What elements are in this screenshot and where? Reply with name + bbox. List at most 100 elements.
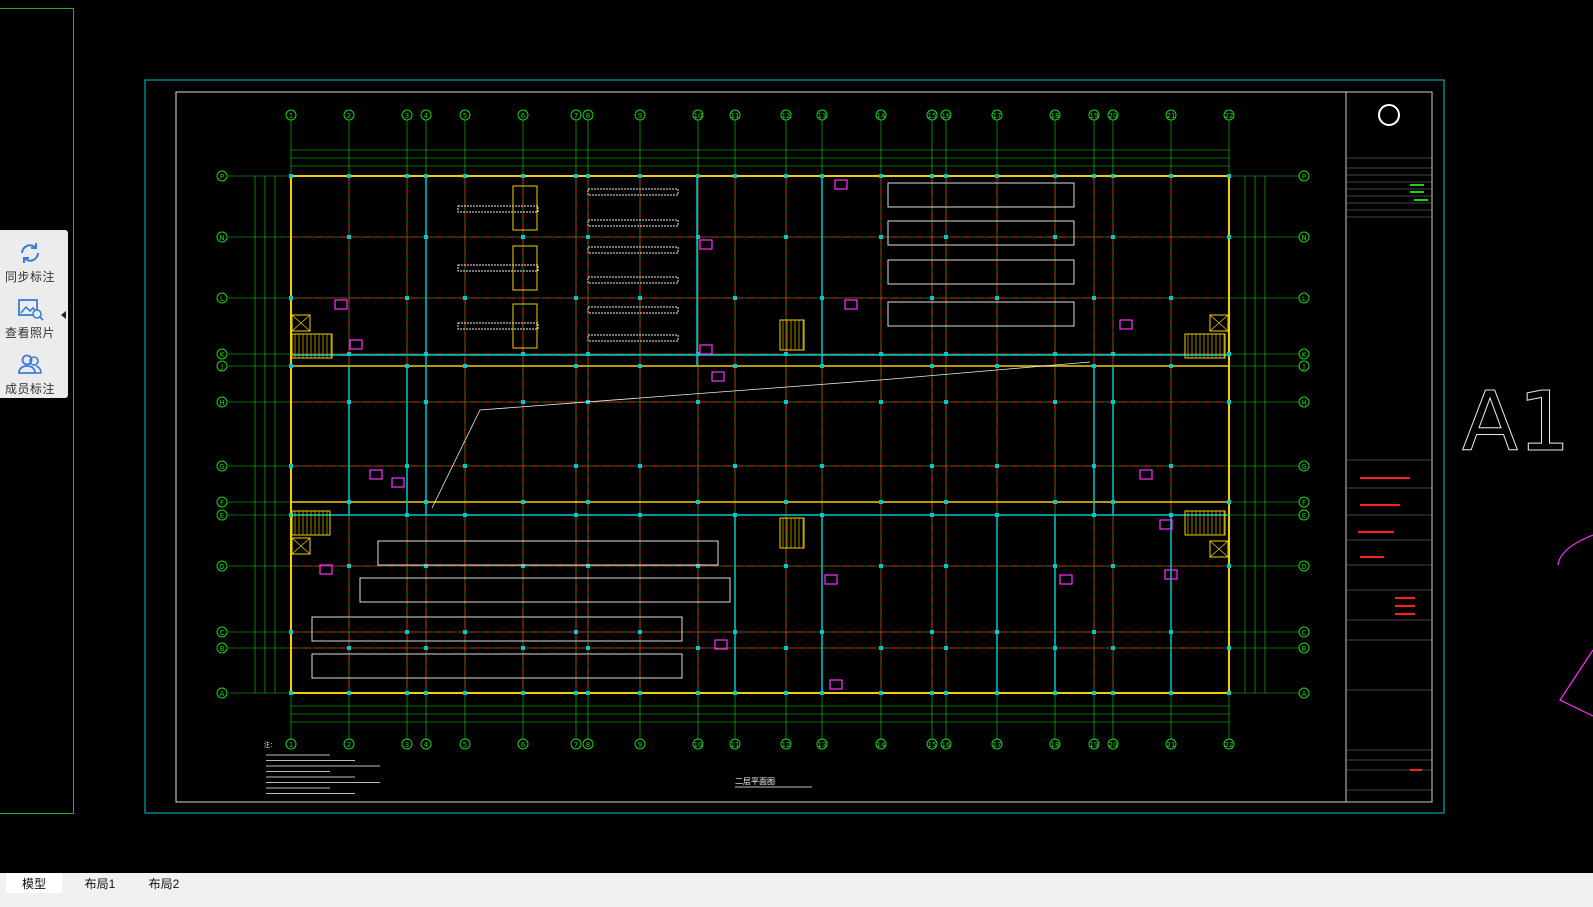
grid-label-col-17-0: 17 (993, 112, 1002, 120)
structural-column-8-N (586, 235, 590, 239)
fixture-11 (824, 574, 838, 585)
grid-label-row-N-1: N (1301, 234, 1306, 242)
tab-layout2[interactable]: 布局2 (134, 873, 194, 893)
grid-label-col-14-0: 14 (877, 112, 886, 120)
structural-column-8-B (586, 646, 590, 650)
structural-column-16-K (944, 352, 948, 356)
tab-model[interactable]: 模型 (6, 873, 62, 893)
grid-label-row-L-1: L (1302, 295, 1306, 303)
structural-column-20-B (1111, 646, 1115, 650)
fixture-7 (844, 299, 858, 310)
title-block (1345, 91, 1433, 803)
grid-label-col-19-1: 19 (1090, 741, 1099, 749)
grid-label-col-17-1: 17 (993, 741, 1002, 749)
grid-label-row-H-0: H (219, 399, 224, 407)
inner-sheet-border (175, 91, 1433, 803)
structural-column-15-E (930, 513, 934, 517)
structural-column-6-H (521, 400, 525, 404)
structural-column-21-L (1169, 296, 1173, 300)
structural-column-10-F (696, 500, 700, 504)
grid-label-row-K-1: K (1302, 351, 1307, 359)
grid-label-col-2-1: 2 (347, 741, 351, 749)
grid-label-col-12-1: 12 (782, 741, 791, 749)
sync-annotation-button[interactable]: 同步标注 (0, 234, 60, 288)
structural-column-22-F (1227, 500, 1231, 504)
grid-label-col-6-1: 6 (521, 741, 526, 749)
grid-label-col-1-1: 1 (289, 741, 293, 749)
structural-column-16-D (944, 564, 948, 568)
grid-label-col-18-1: 18 (1051, 741, 1060, 749)
structural-column-10-H (696, 400, 700, 404)
structural-column-14-D (879, 564, 883, 568)
equipment-outline-1 (887, 220, 1075, 246)
structural-column-22-H (1227, 400, 1231, 404)
grid-label-row-A-0: A (220, 690, 225, 698)
grid-label-row-K-0: K (220, 351, 225, 359)
structural-column-6-K (521, 352, 525, 356)
grid-label-col-16-1: 16 (942, 741, 951, 749)
structural-column-18-A (1053, 691, 1057, 695)
fixture-14 (1059, 574, 1073, 585)
structural-column-2-D (347, 564, 351, 568)
grid-label-col-15-1: 15 (928, 741, 937, 749)
machine-unit-3 (587, 188, 679, 196)
grid-label-row-A-1: A (1302, 690, 1307, 698)
tab-layout1[interactable]: 布局1 (70, 873, 130, 893)
grid-label-col-20-1: 20 (1109, 741, 1118, 749)
structural-column-18-B (1053, 646, 1057, 650)
cad-drawing-canvas[interactable]: 1122334455667788991010111112121313141415… (0, 0, 1593, 873)
sheet-size-label: A1 (1462, 375, 1570, 470)
grid-label-row-F-0: F (220, 499, 224, 507)
structural-column-6-N (521, 235, 525, 239)
structural-column-11-L (733, 296, 737, 300)
structural-column-1-A (289, 691, 293, 695)
view-photo-button[interactable]: 查看照片 (0, 290, 60, 344)
structural-column-20-N (1111, 235, 1115, 239)
machine-frame-2 (512, 303, 538, 349)
machine-unit-0 (457, 205, 539, 213)
structural-column-20-P (1111, 174, 1115, 178)
grid-label-col-16-0: 16 (942, 112, 951, 120)
grid-label-row-G-0: G (219, 463, 224, 471)
company-logo (1378, 104, 1400, 126)
structural-column-13-L (820, 296, 824, 300)
equipment-outline-5 (359, 577, 731, 603)
machine-unit-7 (587, 306, 679, 314)
view-photo-label: 查看照片 (4, 326, 55, 340)
structural-column-19-A (1092, 691, 1096, 695)
structural-column-18-P (1053, 174, 1057, 178)
fixture-17 (334, 299, 348, 310)
grid-label-row-J-1: J (1302, 363, 1305, 371)
grid-label-col-8-1: 8 (586, 741, 590, 749)
structural-column-11-A (733, 691, 737, 695)
structural-column-9-P (638, 174, 642, 178)
grid-label-row-F-1: F (1302, 499, 1306, 507)
grid-label-row-N-0: N (219, 234, 224, 242)
structural-column-7-C (574, 630, 578, 634)
structural-column-13-A (820, 691, 824, 695)
structural-column-13-G (820, 464, 824, 468)
structural-column-21-J (1169, 364, 1173, 368)
grid-label-row-B-0: B (220, 645, 225, 653)
structural-column-7-G (574, 464, 578, 468)
structural-column-12-B (784, 646, 788, 650)
structural-column-4-H (424, 400, 428, 404)
grid-label-col-2-0: 2 (347, 112, 351, 120)
structural-column-15-A (930, 691, 934, 695)
structural-column-2-H (347, 400, 351, 404)
member-annotation-button[interactable]: 成员标注 (0, 346, 60, 400)
structural-column-22-P (1227, 174, 1231, 178)
triangle-left-icon[interactable] (60, 308, 68, 322)
grid-label-col-4-1: 4 (424, 741, 429, 749)
structural-column-14-B (879, 646, 883, 650)
structural-column-4-B (424, 646, 428, 650)
grid-label-col-10-1: 10 (694, 741, 703, 749)
photo-view-icon (18, 299, 44, 321)
machine-frame-0 (512, 185, 538, 231)
structural-column-12-F (784, 500, 788, 504)
structural-column-11-C (733, 630, 737, 634)
structural-column-20-K (1111, 352, 1115, 356)
grid-label-col-5-1: 5 (463, 741, 467, 749)
fixture-10 (1159, 519, 1173, 530)
outer-sheet-border (144, 79, 1445, 814)
